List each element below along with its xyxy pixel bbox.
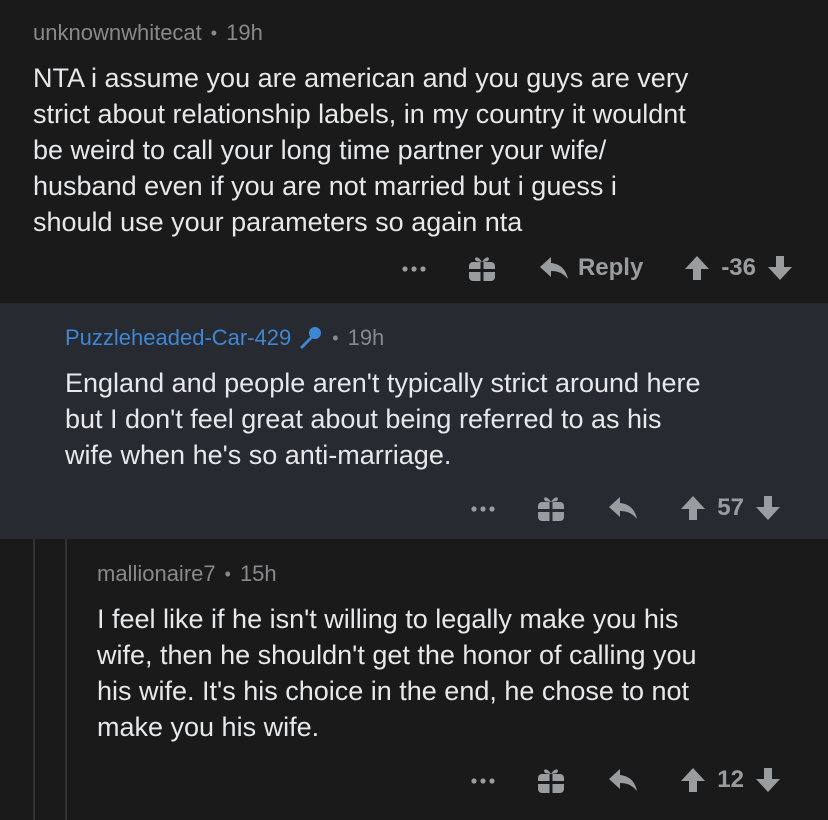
comment-author[interactable]: unknownwhitecat [33,20,202,46]
reply-icon [609,497,638,519]
upvote-icon[interactable] [679,494,707,522]
reply-button[interactable] [607,766,639,794]
more-icon[interactable] [469,765,497,795]
more-icon[interactable] [469,493,497,523]
separator-dot: • [210,22,218,43]
reply-button[interactable] [607,494,639,522]
separator-dot: • [332,327,339,348]
comment-meta: mallionaire7 • 15h [97,559,788,589]
gift-icon[interactable] [535,492,567,524]
comment-actions: 12 [469,764,782,796]
comment-time: 19h [226,20,263,45]
gift-icon[interactable] [535,764,567,796]
reply-label: Reply [577,254,644,281]
comment-author[interactable]: Puzzleheaded-Car-429 [65,325,291,351]
more-icon[interactable] [400,253,428,283]
comment-time: 19h [347,325,385,350]
mod-mic-icon [300,327,322,349]
comment-time: 15h [239,561,277,586]
reply-icon [609,769,638,791]
reply-button[interactable]: Reply [538,254,643,282]
downvote-icon[interactable] [754,494,782,522]
reply-icon [539,257,568,279]
vote-score: 12 [717,766,744,793]
vote-score: -36 [721,254,756,281]
downvote-icon[interactable] [766,254,794,282]
comment-body: England and people aren't typically stri… [65,368,701,470]
comment-meta: Puzzleheaded-Car-429 • 19h [65,323,798,353]
comment-body: I feel like if he isn't willing to legal… [97,604,697,742]
separator-dot: • [224,563,231,584]
comment-body: NTA i assume you are american and you gu… [33,63,689,237]
comment: unknownwhitecat • 19h NTA i assume you a… [0,0,828,303]
vote-score: 57 [717,494,744,521]
gift-icon[interactable] [466,252,498,284]
comment-author[interactable]: mallionaire7 [97,561,216,587]
comment-actions: 57 [469,492,782,524]
upvote-icon[interactable] [683,254,711,282]
comment-meta: unknownwhitecat • 19h [33,18,788,48]
downvote-icon[interactable] [754,766,782,794]
comment-actions: Reply -36 [400,252,794,284]
upvote-icon[interactable] [679,766,707,794]
